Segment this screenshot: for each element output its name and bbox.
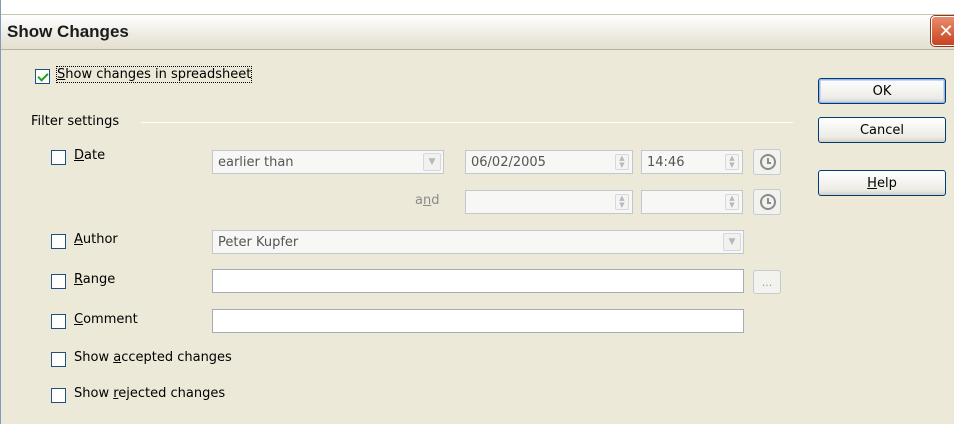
comment-input[interactable] (212, 309, 744, 333)
top-strip (1, 0, 954, 14)
ok-button[interactable]: OK (818, 78, 946, 104)
close-icon: ✕ (938, 20, 954, 42)
dialog-title: Show Changes (7, 22, 129, 41)
date2-field[interactable]: ▲ ▼ (465, 190, 633, 214)
comment-checkbox[interactable] (51, 314, 66, 329)
filter-settings-heading: Filter settings (31, 114, 120, 129)
author-value: Peter Kupfer (218, 235, 299, 250)
author-select[interactable]: Peter Kupfer ▼ (212, 230, 744, 254)
show-rejected-checkbox[interactable] (51, 388, 66, 403)
date-condition-select[interactable]: earlier than ▼ (212, 150, 444, 174)
date-field-value: 06/02/2005 (471, 155, 546, 170)
chevron-down-icon[interactable]: ▼ (423, 153, 441, 171)
date-condition-value: earlier than (218, 155, 294, 170)
range-label[interactable]: Range (74, 272, 115, 287)
time2-field[interactable]: ▲ ▼ (641, 190, 743, 214)
show-accepted-label[interactable]: Show accepted changes (74, 350, 232, 365)
comment-label[interactable]: Comment (74, 312, 138, 327)
author-label[interactable]: Author (74, 232, 118, 247)
time2-now-button[interactable] (753, 189, 781, 215)
date-field[interactable]: 06/02/2005 ▲ ▼ (465, 150, 633, 174)
filter-settings-separator (141, 122, 793, 123)
spin-updown-icon[interactable]: ▲ ▼ (615, 194, 629, 210)
spin-updown-icon[interactable]: ▲ ▼ (615, 154, 629, 170)
clock-icon (760, 154, 776, 170)
and-label: and (415, 193, 440, 208)
close-button[interactable]: ✕ (931, 16, 954, 46)
chevron-down-icon[interactable]: ▼ (723, 233, 741, 251)
show-changes-checkbox[interactable] (35, 69, 50, 84)
title-bar: Show Changes (1, 14, 954, 50)
range-select-button[interactable]: ... (753, 270, 781, 294)
spin-updown-icon[interactable]: ▲ ▼ (725, 154, 739, 170)
author-checkbox[interactable] (51, 234, 66, 249)
show-changes-dialog: Show Changes ✕ Show changes in spreadshe… (0, 0, 954, 424)
clock-icon (760, 194, 776, 210)
time-now-button[interactable] (753, 149, 781, 175)
help-button[interactable]: Help (818, 170, 946, 196)
show-changes-label[interactable]: Show changes in spreadsheet (55, 66, 253, 83)
range-checkbox[interactable] (51, 274, 66, 289)
range-input[interactable] (212, 269, 744, 293)
date-label[interactable]: Date (74, 148, 105, 163)
show-rejected-label[interactable]: Show rejected changes (74, 386, 225, 401)
cancel-button[interactable]: Cancel (818, 117, 946, 143)
time-field-value: 14:46 (647, 155, 685, 170)
spin-updown-icon[interactable]: ▲ ▼ (725, 194, 739, 210)
date-checkbox[interactable] (51, 150, 66, 165)
time-field[interactable]: 14:46 ▲ ▼ (641, 150, 743, 174)
show-accepted-checkbox[interactable] (51, 352, 66, 367)
